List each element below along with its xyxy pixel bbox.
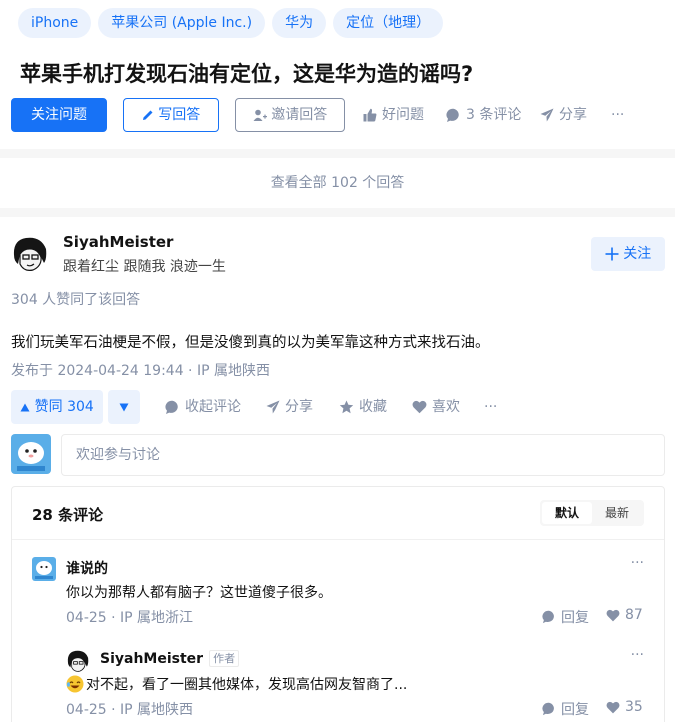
comment-reply-item: SiyahMeister 作者 ··· 对不起，看了一圈其他媒体，发现高估网友智… — [66, 647, 644, 719]
share-icon — [540, 108, 554, 122]
topic-list: iPhone 苹果公司 (Apple Inc.) 华为 定位（地理） — [18, 8, 444, 38]
answer-meta: 发布于 2024-04-24 19:44 · IP 属地陕西 — [11, 363, 270, 379]
heart-icon — [606, 701, 620, 714]
comment-reply-label: 回复 — [561, 610, 589, 626]
comment-item: 谁说的 ··· 你以为那帮人都有脑子？这世道傻子很多。 04-25 · IP 属… — [32, 555, 644, 627]
question-share-button[interactable]: 分享 — [540, 98, 587, 132]
plus-icon — [605, 247, 619, 261]
comment-sort-switch: 默认 最新 — [540, 500, 644, 526]
comment-reply-label: 回复 — [561, 702, 589, 718]
question-card: iPhone 苹果公司 (Apple Inc.) 华为 定位（地理） 苹果手机打… — [0, 0, 675, 149]
topic-tag[interactable]: 苹果公司 (Apple Inc.) — [98, 8, 266, 38]
comment-text: 你以为那帮人都有脑子？这世道傻子很多。 — [66, 585, 332, 601]
comment-meta: 04-25 · IP 属地陕西 — [66, 702, 194, 718]
author-name[interactable]: SiyahMeister — [63, 233, 173, 251]
question-title[interactable]: 苹果手机打发现石油有定位，这是华为造的谣吗? — [20, 58, 473, 88]
question-share-label: 分享 — [559, 107, 587, 123]
collapse-comments-label: 收起评论 — [185, 399, 241, 415]
comment-text: 对不起，看了一圈其他媒体，发现高估网友智商了... — [66, 674, 407, 694]
good-question-label: 好问题 — [382, 107, 424, 123]
question-more-button[interactable]: ··· — [611, 98, 624, 132]
sort-latest-tab[interactable]: 最新 — [592, 502, 642, 524]
comment-like-button[interactable]: 35 — [606, 699, 643, 715]
triangle-up-icon — [20, 403, 30, 412]
star-icon — [339, 400, 354, 414]
upvote-button[interactable]: 赞同 304 — [11, 390, 103, 424]
triangle-down-icon — [119, 403, 129, 412]
comment-like-count: 35 — [625, 699, 643, 715]
heart-icon — [412, 400, 427, 414]
comment-more-button[interactable]: ··· — [631, 555, 644, 571]
invite-user-icon — [253, 109, 267, 122]
divider — [12, 539, 664, 540]
author-badge: 作者 — [209, 650, 240, 667]
upvote-label: 赞同 304 — [34, 399, 94, 415]
comment-icon — [542, 610, 556, 624]
comment-avatar[interactable] — [32, 557, 56, 581]
answer-share-button[interactable]: 分享 — [266, 390, 313, 424]
comment-reply-button[interactable]: 回复 — [542, 699, 589, 719]
comment-reply-button[interactable]: 回复 — [542, 607, 589, 627]
heart-icon — [606, 609, 620, 622]
pencil-icon — [142, 109, 154, 121]
comment-like-button[interactable]: 87 — [606, 607, 643, 623]
topic-tag[interactable]: iPhone — [18, 8, 92, 38]
downvote-button[interactable] — [108, 390, 140, 424]
question-actions: 关注问题 写回答 邀请回答 好问题 3 条评论 分享 ··· — [11, 98, 671, 132]
topic-tag[interactable]: 定位（地理） — [333, 8, 444, 38]
question-comments-label: 3 条评论 — [466, 107, 522, 123]
comment-text-body: 对不起，看了一圈其他媒体，发现高估网友智商了... — [86, 677, 408, 693]
topic-tag[interactable]: 华为 — [272, 8, 327, 38]
comment-icon — [446, 108, 461, 123]
comment-username[interactable]: 谁说的 — [66, 558, 108, 578]
thumb-up-icon — [363, 108, 377, 122]
answer-content: 我们玩美军石油梗是不假，但是没傻到真的以为美军靠这种方式来找石油。 — [11, 335, 490, 351]
collect-label: 收藏 — [359, 399, 387, 415]
sort-default-tab[interactable]: 默认 — [542, 502, 592, 524]
my-avatar — [11, 434, 51, 474]
comment-username-text: SiyahMeister — [100, 650, 204, 667]
comment-icon — [165, 400, 180, 415]
follow-author-button[interactable]: 关注 — [591, 237, 665, 271]
comment-username[interactable]: SiyahMeister 作者 — [100, 650, 240, 667]
comments-count: 28 条评论 — [32, 506, 104, 524]
follow-question-button[interactable]: 关注问题 — [11, 98, 107, 132]
answer-share-label: 分享 — [285, 399, 313, 415]
share-icon — [266, 400, 280, 414]
comment-username-text: 谁说的 — [66, 561, 108, 577]
good-question-button[interactable]: 好问题 — [363, 98, 424, 132]
like-label: 喜欢 — [432, 399, 460, 415]
voters-count[interactable]: 304 人赞同了该回答 — [11, 289, 140, 309]
comment-input-row: 欢迎参与讨论 — [11, 434, 665, 476]
comment-like-count: 87 — [625, 607, 643, 623]
comments-panel: 28 条评论 默认 最新 谁说的 ··· 你以为那帮人都有脑子？这世道傻子很多。 — [11, 486, 665, 722]
collapse-comments-button[interactable]: 收起评论 — [165, 390, 241, 424]
collect-button[interactable]: 收藏 — [339, 390, 387, 424]
question-comments-button[interactable]: 3 条评论 — [446, 98, 521, 132]
answer-actions: 赞同 304 收起评论 分享 收藏 喜欢 ··· — [11, 390, 671, 424]
author-bio: 跟着红尘 跟随我 浪迹一生 — [63, 259, 226, 275]
follow-author-label: 关注 — [623, 246, 652, 262]
comment-meta: 04-25 · IP 属地浙江 — [66, 610, 194, 626]
laughing-emoji-icon — [66, 675, 84, 693]
answer-more-button[interactable]: ··· — [484, 390, 497, 424]
author-avatar[interactable] — [11, 235, 49, 273]
invite-answer-button[interactable]: 邀请回答 — [235, 98, 345, 132]
write-answer-button[interactable]: 写回答 — [123, 98, 219, 132]
comment-more-button[interactable]: ··· — [631, 647, 644, 663]
comment-avatar[interactable] — [66, 649, 90, 673]
write-answer-label: 写回答 — [158, 107, 201, 123]
view-all-answers-link[interactable]: 查看全部 102 个回答 — [0, 158, 675, 208]
invite-answer-label: 邀请回答 — [271, 107, 328, 123]
like-button[interactable]: 喜欢 — [412, 390, 460, 424]
answer-card: SiyahMeister 跟着红尘 跟随我 浪迹一生 关注 304 人赞同了该回… — [0, 217, 675, 722]
comment-icon — [542, 702, 556, 716]
comment-input[interactable]: 欢迎参与讨论 — [61, 434, 665, 476]
